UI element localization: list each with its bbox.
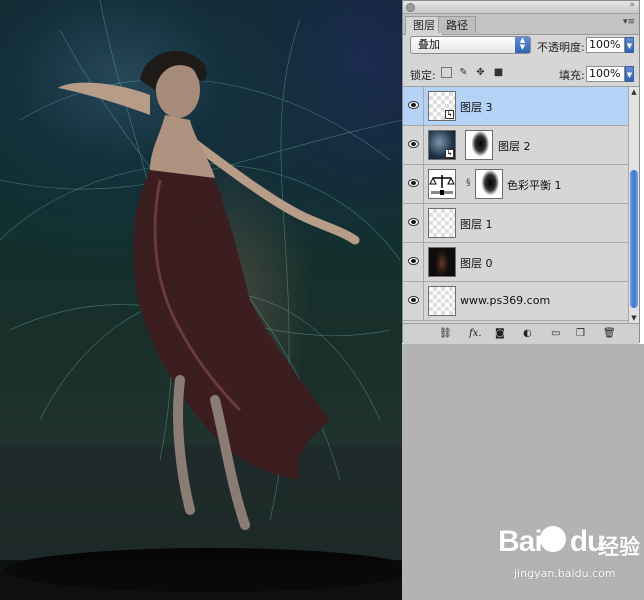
watermark-url: jingyan.baidu.com xyxy=(514,567,616,580)
layer-row-0[interactable]: 图层 0 xyxy=(403,243,628,282)
balance-scale-icon xyxy=(429,175,455,195)
smart-object-icon: ↳ xyxy=(445,149,454,158)
panel-collapse-icon[interactable]: » xyxy=(629,0,635,10)
new-layer-icon[interactable]: ❐ xyxy=(576,327,585,340)
trash-icon[interactable]: 🗑 xyxy=(603,327,616,340)
paw-icon xyxy=(540,526,566,552)
layer-name[interactable]: www.ps369.com xyxy=(460,294,550,307)
layer-name[interactable]: 色彩平衡 1 xyxy=(507,177,562,193)
scroll-up-icon[interactable]: ▲ xyxy=(629,87,639,97)
layers-panel: » 图层 路径 ▾≡ 叠加 ▲ ▼ 不透明度: 100% ▼ 锁定: ✎ ✥ ■ … xyxy=(402,0,640,344)
layer-row-url[interactable]: www.ps369.com xyxy=(403,282,628,321)
layer-thumbnail[interactable] xyxy=(428,247,456,277)
panel-menu-icon[interactable]: ▾≡ xyxy=(623,17,635,27)
tab-paths[interactable]: 路径 xyxy=(438,16,476,33)
fill-field[interactable]: 100% xyxy=(586,66,625,82)
layer-thumbnail[interactable] xyxy=(428,286,456,316)
scrollbar-thumb[interactable] xyxy=(630,170,638,308)
group-folder-icon[interactable]: ▭ xyxy=(551,327,560,340)
layer-mask-thumbnail[interactable] xyxy=(475,169,503,199)
blend-mode-select[interactable]: 叠加 ▲ ▼ xyxy=(410,36,531,54)
watermark-logo-text: Bai xyxy=(498,525,543,558)
fill-dropdown-icon[interactable]: ▼ xyxy=(625,66,634,82)
opacity-label: 不透明度: xyxy=(537,41,585,54)
layer-name[interactable]: 图层 0 xyxy=(460,255,493,271)
lock-brush-icon[interactable]: ✎ xyxy=(458,67,469,78)
layer-row-3[interactable]: ↳ 图层 3 xyxy=(403,87,628,126)
panel-tabs: 图层 路径 ▾≡ xyxy=(403,14,639,35)
layers-scrollbar[interactable]: ▲ ▼ xyxy=(628,87,639,323)
opacity-dropdown-icon[interactable]: ▼ xyxy=(625,37,634,53)
layer-thumbnail[interactable] xyxy=(428,208,456,238)
add-mask-icon[interactable]: ◙ xyxy=(495,327,505,340)
adjustment-icon[interactable]: ◐ xyxy=(523,327,532,340)
layer-row-color-balance[interactable]: § 色彩平衡 1 xyxy=(403,165,628,204)
fx-icon[interactable]: fx. xyxy=(469,327,482,340)
layer-thumbnail[interactable]: ↳ xyxy=(428,91,456,121)
panel-titlebar[interactable]: » xyxy=(403,0,639,14)
lock-all-icon[interactable]: ■ xyxy=(493,67,504,78)
visibility-eye-icon[interactable] xyxy=(403,87,424,125)
lock-label: 锁定: xyxy=(410,69,436,82)
layer-row-1[interactable]: 图层 1 xyxy=(403,204,628,243)
opacity-field[interactable]: 100% xyxy=(586,37,625,53)
chevron-updown-icon: ▲ ▼ xyxy=(515,37,530,53)
panel-close-icon[interactable] xyxy=(406,3,415,12)
layer-name[interactable]: 图层 3 xyxy=(460,99,493,115)
visibility-eye-icon[interactable] xyxy=(403,204,424,242)
visibility-eye-icon[interactable] xyxy=(403,282,424,320)
panel-bottom-toolbar: ⛓ fx. ◙ ◐ ▭ ❐ 🗑 xyxy=(403,323,639,344)
visibility-eye-icon[interactable] xyxy=(403,243,424,281)
baidu-watermark: Bai du 经验 jingyan.baidu.com xyxy=(498,525,640,585)
scroll-down-icon[interactable]: ▼ xyxy=(629,313,639,323)
layer-name[interactable]: 图层 2 xyxy=(498,138,531,154)
visibility-eye-icon[interactable] xyxy=(403,165,424,203)
layer-row-2[interactable]: ↳ 图层 2 xyxy=(403,126,628,165)
lock-transparent-icon[interactable] xyxy=(441,67,452,78)
layer-thumbnail[interactable]: ↳ xyxy=(428,130,456,160)
layer-mask-thumbnail[interactable] xyxy=(465,130,493,160)
blend-mode-value: 叠加 xyxy=(418,38,440,51)
visibility-eye-icon[interactable] xyxy=(403,126,424,164)
layers-list: ↳ 图层 3 ↳ 图层 2 § 色彩平衡 1 图层 1 图层 0 www.ps3… xyxy=(403,87,628,323)
canvas-image xyxy=(0,0,402,600)
link-icon[interactable]: ⛓ xyxy=(439,327,452,340)
watermark-cn: 经验 xyxy=(598,535,640,559)
adjustment-thumbnail[interactable] xyxy=(428,169,456,199)
smart-object-icon: ↳ xyxy=(445,110,454,119)
lock-move-icon[interactable]: ✥ xyxy=(475,67,486,78)
mask-link-icon[interactable]: § xyxy=(466,178,471,188)
layer-name[interactable]: 图层 1 xyxy=(460,216,493,232)
fill-label: 填充: xyxy=(559,69,585,82)
